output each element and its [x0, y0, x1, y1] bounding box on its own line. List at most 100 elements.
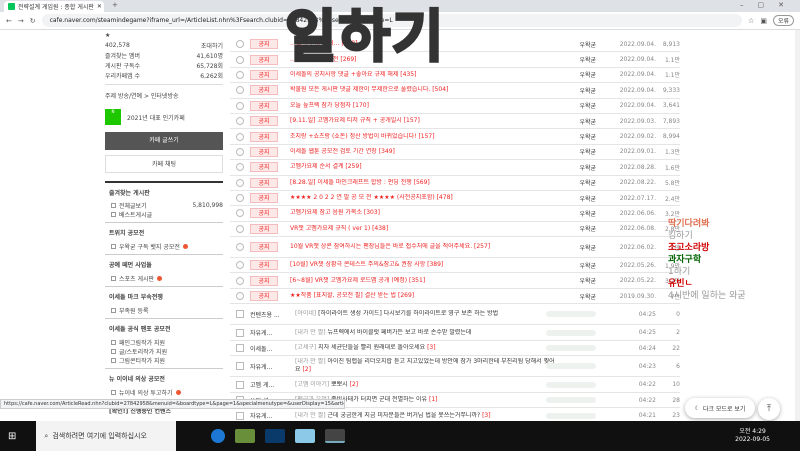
notice-title-link[interactable]: 왁물원 모든 게시판 댓글 제한이 무제한으로 풀렸습니다. [504] [290, 86, 546, 94]
notepad-icon[interactable] [295, 429, 316, 443]
comment-count[interactable]: [2] [302, 366, 311, 373]
notice-title-link[interactable]: 고멤가요제 참고 음원 가목소 [303] [290, 209, 546, 217]
post-checkbox[interactable] [236, 310, 244, 319]
sidebar-section-title[interactable]: 트위치 공모전 [105, 222, 223, 242]
reload-icon[interactable]: ↻ [30, 17, 36, 25]
post-row[interactable]: 고멤 게... [고멤 이야기] 뽀뽀시 [2] 04:22 10 [230, 377, 680, 393]
board-name-link[interactable]: 고멤 게... [250, 380, 295, 389]
notice-title-link[interactable]: ★★★★ 2 0 2 2 연 말 공 모 전 ★★★★ (사전공지포함) [47… [290, 194, 546, 202]
profile-button[interactable]: 오류 [772, 15, 794, 26]
notice-check-icon[interactable] [236, 243, 244, 252]
post-title[interactable]: [고멤 이야기] 뽀뽀시 [2] [295, 381, 556, 389]
notice-row[interactable]: 공지 왁물원 모든 게시판 댓글 제한이 무제한으로 풀렸습니다. [504] 우왁… [230, 83, 680, 99]
dark-mode-button[interactable]: ☾ 다크 모드로 보기 [685, 398, 755, 418]
post-checkbox[interactable] [236, 328, 244, 337]
notice-row[interactable]: 공지 [10월] VR챗 상황극 콘테스트 주의&참고& 권장 사항 [389] 우… [230, 258, 680, 274]
post-title[interactable]: [아이네] [하이라이트 생성 가이드] 다시보기를 하이라이트로 영구 보존 … [295, 310, 556, 318]
notice-row[interactable]: 공지 조지랑 +쇼츠랑 (쇼돈) 정산 방법이 바뀌었습니다! [157] 우왁굳 2… [230, 129, 680, 145]
board-name-link[interactable]: 이세돌... [250, 344, 295, 353]
post-title-text[interactable]: 아이진 팀랩을 리더오지랍 듣고 지고있었는데 방안에 참가 3마리한테 부친리… [295, 358, 555, 373]
notice-row[interactable]: 공지 오늘 늪프렉 참가 당첨자 [170] 우왁굳 2022.09.04. 3,641 [230, 99, 680, 114]
comment-count[interactable]: [3] [427, 344, 436, 351]
post-title-text[interactable]: 지자 세균단들을 빨리 원래대로 돌아오세요 [318, 344, 425, 351]
notice-title-link[interactable]: [9.11.일] 고멤가요제 티저 규칙 + 공개일시 [157] [290, 117, 546, 125]
sidebar-board-item[interactable]: 스포츠 게시판 [105, 274, 223, 283]
back-icon[interactable]: ← [6, 17, 12, 25]
board-name-link[interactable]: 컨텐츠용 ... [250, 310, 295, 319]
author[interactable]: 우왁굳 [546, 55, 596, 64]
notice-title-link[interactable]: ★★작품 [표지왈, 공모전 필] 결산 받는 법 [269] [290, 292, 546, 300]
author[interactable]: 우왁굳 [546, 292, 596, 301]
notice-row[interactable]: 공지 VR챗 고멤가요제 규칙 ( ver 1) [438] 우왁굳 2022.06.… [230, 222, 680, 238]
notice-check-icon[interactable] [236, 276, 244, 285]
post-title-text[interactable]: 뉴프렉에서 바이클럿 페버가든 보고 바로 손수맏 말렸는데 [328, 329, 472, 336]
vegas-icon[interactable] [265, 429, 286, 443]
notice-row[interactable]: 공지 고멤가요제 참고 음원 가목소 [303] 우왁굳 2022.06.06. 3.2… [230, 206, 680, 222]
notice-row[interactable]: 공지 고멤가요제 순서 결계 [259] 우왁굳 2022.08.28. 1.6만 [230, 160, 680, 176]
taskbar-search[interactable]: ⌕ 검색하려면 여기에 입력하십시오 [36, 421, 177, 451]
sidebar-board-item[interactable]: 그림콘티작가 지원 [105, 356, 223, 365]
author-blurred[interactable] [546, 329, 596, 336]
window-controls[interactable]: –▢✕ [740, 1, 798, 9]
cafe-chat-button[interactable]: 카페 채팅 [105, 155, 223, 173]
new-tab-icon[interactable]: + [112, 1, 118, 9]
post-title[interactable]: [고세구] 지자 세균단들을 빨리 원래대로 돌아오세요 [3] [295, 344, 556, 352]
notice-title-link[interactable]: [10월] VR챗 상황극 콘테스트 주의&참고& 권장 사항 [389] [290, 261, 546, 269]
notice-check-icon[interactable] [236, 292, 244, 301]
author-blurred[interactable] [546, 363, 596, 370]
author[interactable]: 우왁굳 [546, 117, 596, 126]
notice-check-icon[interactable] [236, 224, 244, 233]
post-title[interactable]: [내가 만 짤] 근데 궁금한게 지금 미자분들은 버거님 법을 못쓰는거쭈니까… [295, 412, 556, 420]
forward-icon[interactable]: → [18, 17, 24, 25]
post-row[interactable]: 자유게... [내가 만 짤] 뉴프렉에서 바이클럿 페버가든 보고 바로 손수맏… [230, 325, 680, 341]
notice-check-icon[interactable] [236, 55, 244, 64]
taskbar-clock[interactable]: 오전 4:29 2022-09-05 [735, 428, 770, 444]
close-tab-icon[interactable]: ✕ [97, 3, 102, 10]
post-title[interactable]: [내가 만 짤] 뉴프렉에서 바이클럿 페버가든 보고 바로 손수맏 말렸는데 [295, 329, 556, 337]
board-name-link[interactable]: 자유게... [250, 411, 295, 420]
chrome-icon[interactable] [325, 429, 346, 443]
sidebar-board-item[interactable]: 뉴이네 의상 투고하기 [105, 388, 223, 397]
notice-row[interactable]: 공지 이세돌 웹툰 공모전 검토 기간 연장 [349] 우왁굳 2022.09.01… [230, 145, 680, 161]
author[interactable]: 우왁굳 [546, 243, 596, 252]
notice-check-icon[interactable] [236, 147, 244, 156]
notice-check-icon[interactable] [236, 70, 244, 79]
cafe-topic[interactable]: 주제 방송/연예 > 인터넷방송 [105, 84, 223, 104]
post-checkbox[interactable] [236, 411, 244, 420]
edge-icon[interactable] [211, 429, 226, 443]
post-row[interactable]: 이세돌... [고세구] 지자 세균단들을 빨리 원래대로 돌아오세요 [3] 04… [230, 341, 680, 357]
notice-row[interactable]: 공지 ★★작품 [표지왈, 공모전 필] 결산 받는 법 [269] 우왁굳 2019… [230, 289, 680, 305]
sidebar-board-item[interactable]: 베스트게시글 [105, 210, 223, 219]
invite-link[interactable]: 초대하기 [201, 41, 223, 50]
notice-title-link[interactable]: 조지랑 +쇼츠랑 (쇼돈) 정산 방법이 바뀌었습니다! [157] [290, 133, 546, 141]
sidebar-board-item[interactable]: 우왁굳 구독 뱃지 공모전 [105, 242, 223, 251]
notice-check-icon[interactable] [236, 178, 244, 187]
windows-start-icon[interactable]: ⊞ [8, 431, 16, 442]
notice-title-link[interactable]: [6~8월] VR챗 고멤가요제 로드맵 공개 (예정) [351] [290, 277, 546, 285]
author[interactable]: 우왁굳 [546, 70, 596, 79]
notice-check-icon[interactable] [236, 86, 244, 95]
author-blurred[interactable] [546, 397, 596, 403]
notice-check-icon[interactable] [236, 40, 244, 49]
post-title-text[interactable]: 근데 궁금한게 지금 미자분들은 버거님 법을 못쓰는거쭈니까? [328, 412, 481, 419]
board-name-link[interactable]: 자유게... [250, 362, 295, 371]
sidebar-board-item[interactable]: 글/스토리작가 지원 [105, 347, 223, 356]
post-row[interactable]: 자유게... [내가 만 짤] 아이진 팀랩을 리더오지랍 듣고 지고있었는데 방… [230, 356, 680, 378]
extensions-icon[interactable]: ▣ [760, 17, 767, 25]
notice-row[interactable]: 공지 [6~8월] VR챗 고멤가요제 로드맵 공개 (예정) [351] 우왁굳 2… [230, 273, 680, 289]
comment-count[interactable]: [3] [482, 412, 491, 419]
notice-row[interactable]: 공지 [8.28.일] 이세돌 마인크래프트 합방 : 펀딩 전쟁 [569] 우왁… [230, 176, 680, 191]
post-checkbox[interactable] [236, 380, 244, 389]
author[interactable]: 우왁굳 [546, 261, 596, 270]
browser-tab[interactable]: 전략설계 게임원 : 종합 게시판 ✕ [4, 1, 104, 12]
notice-title-link[interactable]: 이세돌 웹툰 공모전 검토 기간 연장 [349] [290, 148, 546, 156]
sidebar-section-title[interactable]: 이세돌 공식 팬포 공모전 [105, 318, 223, 338]
sidebar-board-item[interactable]: 전체글보기 5,810,998 [105, 201, 223, 210]
author-blurred[interactable] [546, 381, 596, 388]
notice-check-icon[interactable] [236, 261, 244, 270]
post-title-text[interactable]: [하이라이트 생성 가이드] 다시보기를 하이라이트로 영구 보존 하는 방법 [318, 310, 498, 317]
notice-row[interactable]: 공지 10월 VR챗 상콘 참여하시는 팬장님들은 바로 접수처에 글을 적어주세… [230, 237, 680, 259]
page-scrollbar[interactable] [795, 30, 800, 421]
author[interactable]: 우왁굳 [546, 276, 596, 285]
author[interactable]: 우왁굳 [546, 40, 596, 49]
